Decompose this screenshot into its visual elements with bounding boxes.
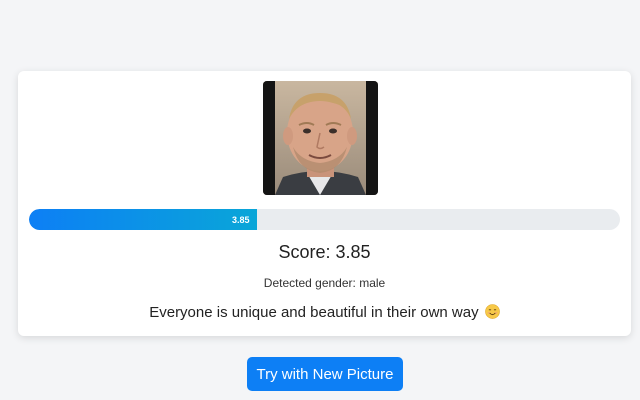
score-progress-bar: 3.85 xyxy=(29,209,620,230)
result-card: 3.85 Score: 3.85 Detected gender: male E… xyxy=(18,71,631,336)
encouragement-message-text: Everyone is unique and beautiful in thei… xyxy=(149,304,479,321)
smiling-face-icon xyxy=(484,304,500,319)
page: 3.85 Score: 3.85 Detected gender: male E… xyxy=(0,0,640,400)
score-text: Score: 3.85 xyxy=(278,242,371,262)
score-progress-label: 3.85 xyxy=(232,214,250,225)
face-photo xyxy=(263,81,378,195)
face-photo-image xyxy=(263,81,378,195)
encouragement-message: Everyone is unique and beautiful in thei… xyxy=(18,304,631,321)
detected-gender-text: Detected gender: male xyxy=(263,276,386,290)
try-new-picture-button[interactable]: Try with New Picture xyxy=(247,357,403,391)
score-progress-fill: 3.85 xyxy=(29,209,257,230)
